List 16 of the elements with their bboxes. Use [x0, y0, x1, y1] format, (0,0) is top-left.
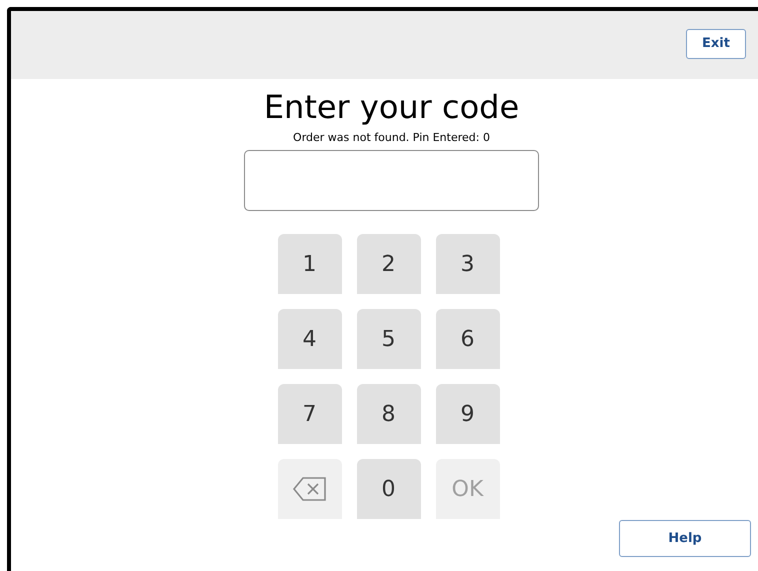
backspace-icon: [292, 476, 328, 502]
keypad-key[interactable]: 1: [278, 234, 342, 294]
page-title: Enter your code: [264, 87, 520, 127]
keypad-key[interactable]: 2: [356, 234, 420, 294]
help-button[interactable]: Help: [619, 520, 751, 557]
keypad-key[interactable]: 8: [356, 384, 420, 444]
code-field[interactable]: [244, 150, 539, 211]
keypad-key[interactable]: 3: [436, 234, 500, 294]
keypad-key[interactable]: 4: [278, 309, 342, 369]
keypad-key[interactable]: 0: [356, 459, 420, 519]
keypad-key[interactable]: 5: [356, 309, 420, 369]
keypad-key[interactable]: 9: [436, 384, 500, 444]
exit-button[interactable]: Exit: [686, 29, 746, 59]
keypad-key[interactable]: 6: [436, 309, 500, 369]
keypad-key[interactable]: 7: [278, 384, 342, 444]
status-message: Order was not found. Pin Entered: 0: [293, 131, 490, 145]
